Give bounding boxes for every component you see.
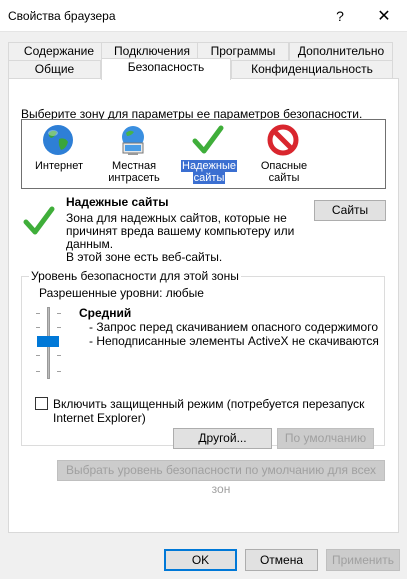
globe-icon: [43, 125, 73, 155]
cancel-button[interactable]: Отмена: [245, 549, 318, 571]
zone-description-line: данным.: [66, 237, 114, 251]
tab-content[interactable]: Содержание: [8, 42, 110, 61]
zone-list[interactable]: Интернет Местная интрасеть Надежные сайт…: [21, 119, 386, 189]
slider-tick: [36, 355, 40, 356]
ok-button[interactable]: OK: [164, 549, 237, 571]
intranet-icon: [122, 126, 144, 155]
apply-button[interactable]: Применить: [326, 549, 400, 571]
protected-mode-checkbox[interactable]: [35, 397, 48, 410]
close-icon: ✕: [377, 8, 391, 25]
tab-privacy[interactable]: Конфиденциальность: [231, 60, 393, 79]
trusted-checkmark-icon: [23, 206, 55, 235]
window-title: Свойства браузера: [8, 9, 116, 23]
zone-local-intranet[interactable]: Местная интрасеть: [102, 120, 166, 188]
zone-description-line: Зона для надежных сайтов, которые не: [66, 211, 287, 225]
zone-description-line: В этой зоне есть веб-сайты.: [66, 250, 223, 264]
slider-tick: [36, 371, 40, 372]
allowed-levels-label: Разрешенные уровни: любые: [39, 286, 204, 300]
close-button[interactable]: ✕: [361, 0, 407, 32]
slider-tick: [57, 313, 61, 314]
level-name: Средний: [79, 306, 132, 320]
protected-mode-label[interactable]: Internet Explorer): [53, 411, 146, 425]
zone-internet[interactable]: Интернет: [27, 120, 91, 188]
zone-label: Опасные сайты: [260, 160, 308, 184]
zone-label: Интернет: [35, 160, 83, 172]
group-title: Уровень безопасности для этой зоны: [29, 269, 241, 283]
sites-button[interactable]: Сайты: [314, 200, 386, 221]
protected-mode-label[interactable]: Включить защищенный режим (потребуется п…: [53, 397, 364, 411]
title-bar: Свойства браузера ? ✕: [0, 0, 407, 32]
zone-description-line: причинят вреда вашему компьютеру или: [66, 224, 295, 238]
slider-tick: [36, 313, 40, 314]
level-bullet: - Запрос перед скачиванием опасного соде…: [89, 320, 379, 334]
zone-title: Надежные сайты: [66, 195, 169, 209]
tab-security[interactable]: Безопасность: [101, 58, 231, 80]
help-icon: ?: [336, 8, 344, 24]
slider-tick: [36, 327, 40, 328]
level-bullet: - Неподписанные элементы ActiveX не скач…: [89, 334, 379, 348]
zone-label: Надежные сайты: [181, 160, 237, 184]
tab-general[interactable]: Общие: [8, 60, 101, 79]
zone-trusted-sites[interactable]: Надежные сайты: [177, 120, 241, 188]
reset-all-zones-button[interactable]: Выбрать уровень безопасности по умолчани…: [57, 460, 385, 496]
slider-tick: [57, 355, 61, 356]
checkmark-icon: [192, 125, 224, 154]
restricted-icon: [267, 124, 299, 156]
slider-tick: [57, 371, 61, 372]
custom-level-button[interactable]: Другой...: [173, 428, 272, 449]
zone-label: Местная интрасеть: [108, 160, 160, 184]
help-button[interactable]: ?: [317, 0, 363, 32]
default-level-button[interactable]: По умолчанию: [277, 428, 374, 449]
tab-advanced[interactable]: Дополнительно: [289, 42, 393, 61]
slider-tick: [57, 327, 61, 328]
zone-restricted-sites[interactable]: Опасные сайты: [252, 120, 316, 188]
security-level-slider-thumb[interactable]: [37, 336, 59, 347]
